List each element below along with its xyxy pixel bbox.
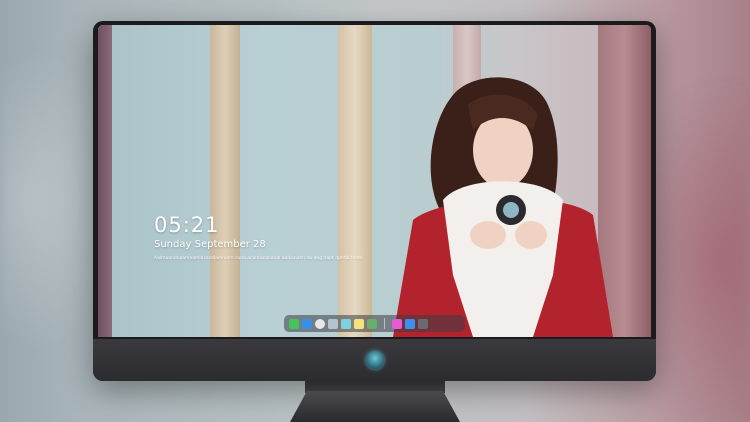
wallpaper-person: [393, 77, 613, 337]
clock-subtext: Aalmaandnoamnamlacasdlamnalm cuna.acanta…: [154, 256, 363, 261]
camera-icon[interactable]: [418, 318, 428, 329]
clock-time: 05:21: [154, 213, 220, 237]
lock-screen-clock: 05:21 Sunday September 28 Aalmaandnoamna…: [154, 213, 363, 261]
logo-icon: [366, 351, 384, 369]
wallpaper-post: [210, 25, 240, 337]
dock: [284, 315, 465, 332]
monitor: 05:21 Sunday September 28 Aalmaandnoamna…: [93, 21, 656, 381]
preview-icon[interactable]: [328, 318, 338, 329]
wallpaper-post: [98, 25, 112, 337]
maps-icon[interactable]: [367, 318, 377, 329]
monitor-stand-base: [290, 391, 460, 422]
app-store-icon[interactable]: [405, 318, 415, 329]
wallpaper-post: [338, 25, 372, 337]
clock-date: Sunday September 28: [154, 239, 266, 250]
notes-icon[interactable]: [354, 318, 364, 329]
dock-separator: [384, 318, 385, 329]
photos-icon[interactable]: [341, 318, 351, 329]
finder-icon[interactable]: [302, 318, 312, 329]
messages-icon[interactable]: [289, 318, 299, 329]
monitor-chin: [93, 339, 656, 381]
safari-icon[interactable]: [315, 318, 325, 329]
desktop-screen: 05:21 Sunday September 28 Aalmaandnoamna…: [98, 25, 651, 337]
music-icon[interactable]: [392, 318, 402, 329]
